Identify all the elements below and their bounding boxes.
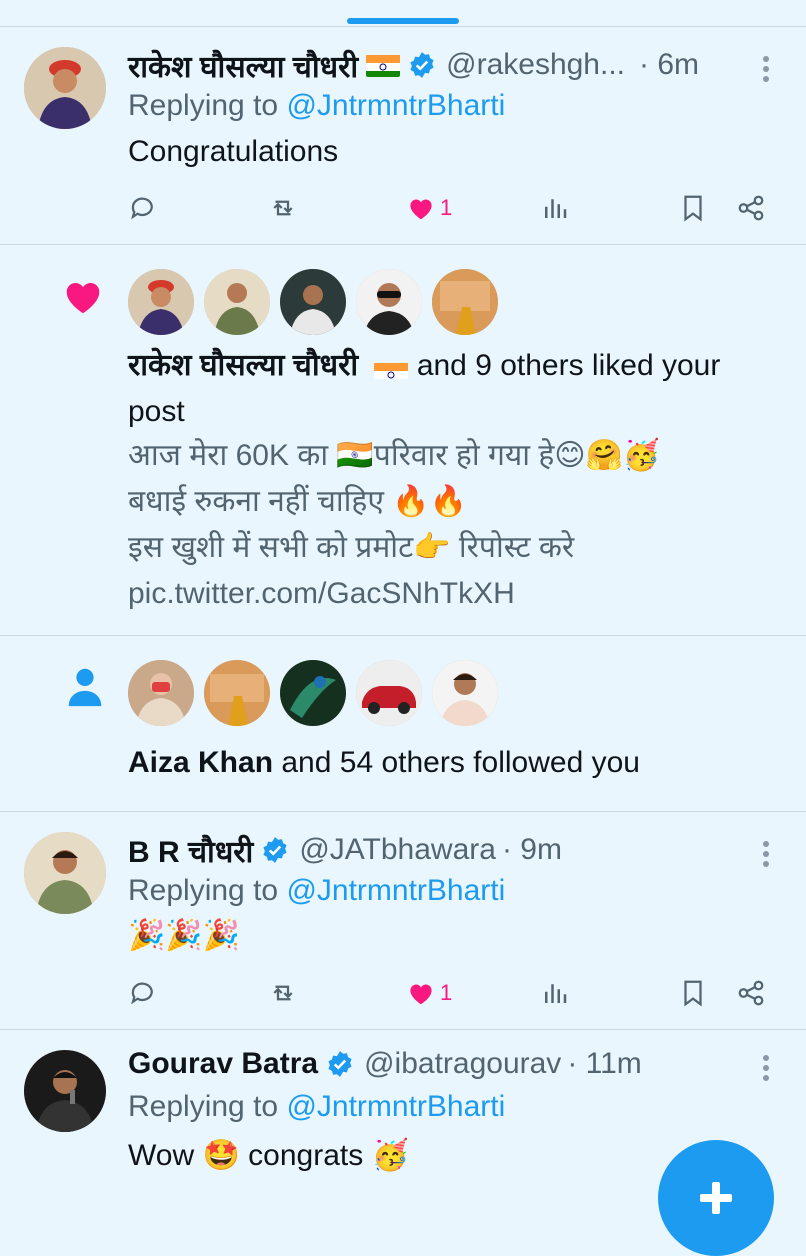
like-count: 1 [440,195,453,220]
verified-icon [261,836,289,864]
retweet-button[interactable] [268,973,298,1013]
replying-to: Replying to @JntrmntrBharti [128,874,506,907]
compose-button[interactable] [658,1140,774,1256]
avatar[interactable] [280,269,346,335]
timestamp: · 6m [639,48,699,81]
views-icon [545,984,567,1003]
verified-icon [326,1050,354,1078]
retweet-icon [273,985,293,1001]
mention-link[interactable]: @JntrmntrBharti [286,89,505,122]
post-link[interactable]: pic.twitter.com/GacSNhTkXH [128,571,660,617]
reply-button[interactable] [128,188,158,228]
bookmark-icon [684,195,702,222]
like-count: 1 [440,980,453,1005]
mention-link[interactable]: @JntrmntrBharti [286,1090,505,1123]
more-icon[interactable] [760,1051,772,1085]
share-button[interactable] [736,188,766,228]
actor-name[interactable]: राकेश घौसल्या चौधरी [128,349,358,382]
liked-post-preview[interactable]: आज मेरा 60K का 🇮🇳परिवार हो गया हे😊🤗🥳 बधा… [128,433,660,617]
notification-reply[interactable]: B R चौधरी @JATbhawara · 9m Replying to @… [0,812,806,1030]
like-button[interactable]: 1 [406,188,452,228]
avatar[interactable] [128,269,194,335]
heart-icon [410,984,432,1005]
reply-icon [131,982,153,1005]
like-button[interactable]: 1 [406,973,452,1013]
bookmark-button[interactable] [678,973,708,1013]
timestamp: · 11m [567,1047,642,1080]
avatar[interactable] [24,1050,106,1132]
views-button[interactable] [540,973,570,1013]
bookmark-icon [684,980,702,1007]
avatar[interactable] [432,269,498,335]
india-flag-icon [374,355,409,380]
reply-icon [131,197,153,220]
author-handle: @ibatragourav [364,1047,562,1080]
heart-icon [410,199,432,220]
active-tab-indicator [347,18,459,24]
avatar[interactable] [432,660,498,726]
timestamp: · 9m [501,833,562,866]
avatar[interactable] [356,269,422,335]
retweet-icon [273,200,293,216]
share-icon [738,195,764,221]
bookmark-button[interactable] [678,188,708,228]
heart-icon [66,283,100,314]
notification-summary: राकेश घौसल्या चौधरी and 9 others liked y… [128,349,721,428]
share-button[interactable] [736,973,766,1013]
actor-name[interactable]: Aiza Khan [128,746,273,779]
notification-follow[interactable]: Aiza Khan and 54 others followed you [0,636,806,812]
avatar[interactable] [24,832,106,914]
india-flag-icon [366,53,401,77]
replying-to: Replying to @JntrmntrBharti [128,89,506,122]
notification-like[interactable]: राकेश घौसल्या चौधरी and 9 others liked y… [0,245,806,636]
more-icon[interactable] [760,52,772,86]
notification-reply[interactable]: राकेश घौसल्या चौधरी @rakeshgh... · 6m Re… [0,27,806,245]
views-button[interactable] [540,188,570,228]
replying-to: Replying to @JntrmntrBharti [128,1090,506,1123]
views-icon [545,199,567,218]
verified-icon [408,51,436,79]
author-handle: @JATbhawara [299,833,496,866]
avatar[interactable] [204,660,270,726]
person-icon [68,668,102,707]
notification-summary: Aiza Khan and 54 others followed you [128,746,640,779]
avatar[interactable] [356,660,422,726]
avatar[interactable] [24,47,106,129]
reply-button[interactable] [128,973,158,1013]
author-name[interactable]: B R चौधरी [128,830,253,871]
avatar[interactable] [128,660,194,726]
share-icon [738,980,764,1006]
avatar[interactable] [204,269,270,335]
author-name[interactable]: राकेश घौसल्या चौधरी [128,45,358,86]
tweet-text: Wow 🤩 congrats 🥳 [128,1139,409,1172]
more-icon[interactable] [760,837,772,871]
mention-link[interactable]: @JntrmntrBharti [286,874,505,907]
author-name[interactable]: Gourav Batra [128,1047,318,1081]
tweet-text: Congratulations [128,135,339,168]
tweet-text: 🎉🎉🎉 [128,919,241,952]
retweet-button[interactable] [268,188,298,228]
avatar[interactable] [280,660,346,726]
author-handle: @rakeshgh... [446,48,625,81]
